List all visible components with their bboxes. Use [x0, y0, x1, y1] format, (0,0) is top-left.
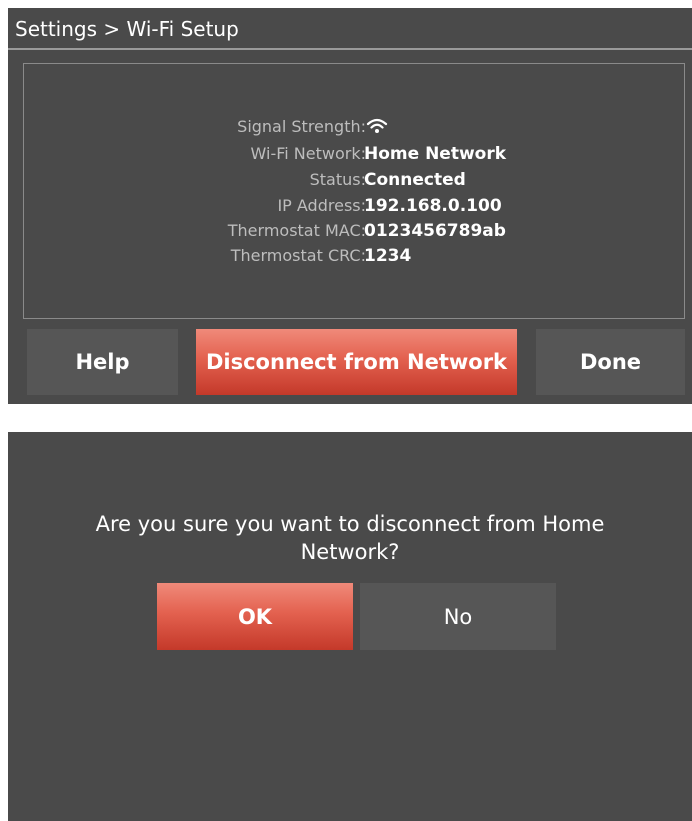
- wifi-signal-icon: [366, 117, 388, 135]
- disconnect-button[interactable]: Disconnect from Network: [196, 329, 517, 395]
- network-info-panel: Signal Strength: Wi-Fi Network: Home Net…: [23, 63, 685, 319]
- status-row: Status: Connected: [24, 170, 686, 196]
- no-button[interactable]: No: [360, 583, 556, 650]
- status-value: Connected: [364, 170, 466, 190]
- status-label: Status:: [309, 170, 366, 189]
- signal-strength-row: Signal Strength:: [24, 117, 686, 143]
- thermostat-mac-label: Thermostat MAC:: [227, 221, 366, 240]
- ip-address-label: IP Address:: [277, 196, 366, 215]
- wifi-network-label: Wi-Fi Network:: [250, 144, 366, 163]
- disconnect-confirm-screen: Are you sure you want to disconnect from…: [8, 432, 692, 821]
- thermostat-crc-row: Thermostat CRC: 1234: [24, 246, 686, 272]
- thermostat-mac-value: 0123456789ab: [364, 221, 506, 241]
- ip-address-value: 192.168.0.100: [364, 196, 502, 216]
- thermostat-mac-row: Thermostat MAC: 0123456789ab: [24, 221, 686, 247]
- wifi-setup-screen: Settings > Wi-Fi Setup Signal Strength: …: [8, 8, 692, 404]
- done-button[interactable]: Done: [536, 329, 685, 395]
- ok-button[interactable]: OK: [157, 583, 353, 650]
- thermostat-crc-label: Thermostat CRC:: [230, 246, 366, 265]
- confirm-message: Are you sure you want to disconnect from…: [95, 512, 605, 564]
- ip-address-row: IP Address: 192.168.0.100: [24, 196, 686, 222]
- thermostat-crc-value: 1234: [364, 246, 412, 266]
- signal-strength-label: Signal Strength:: [237, 117, 366, 136]
- breadcrumb: Settings > Wi-Fi Setup: [15, 17, 239, 41]
- help-button[interactable]: Help: [27, 329, 178, 395]
- wifi-network-row: Wi-Fi Network: Home Network: [24, 144, 686, 170]
- title-divider: [8, 48, 692, 50]
- wifi-network-value: Home Network: [364, 144, 507, 164]
